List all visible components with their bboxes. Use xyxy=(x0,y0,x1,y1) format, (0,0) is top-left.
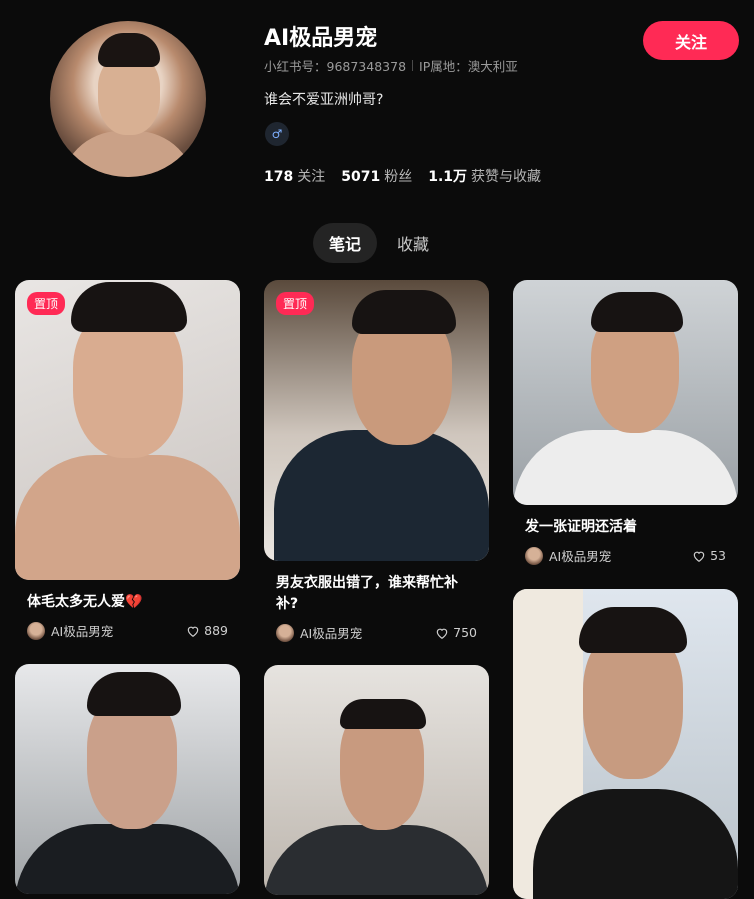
profile-bio: 谁会不爱亚洲帅哥? xyxy=(264,92,384,108)
cover-hair xyxy=(591,292,683,332)
note-title[interactable]: 体毛太多无人爱💔 xyxy=(27,592,228,613)
stat-followers[interactable]: 5071 粉丝 xyxy=(341,166,412,186)
note-card[interactable]: 置顶 男友衣服出错了，谁来帮忙补补? AI极品男宠 750 xyxy=(264,280,489,642)
author-name: AI极品男宠 xyxy=(549,549,612,564)
cover-hair xyxy=(87,672,181,716)
pinned-badge: 置顶 xyxy=(27,292,66,315)
profile-name: AI极品男宠 xyxy=(264,26,378,51)
note-card[interactable]: 置顶 体毛太多无人爱💔 AI极品男宠 889 xyxy=(15,280,240,640)
like-button[interactable]: 53 xyxy=(692,548,726,563)
profile-stats: 178 关注 5071 粉丝 1.1万 获赞与收藏 xyxy=(264,166,541,186)
cover-hair xyxy=(352,290,456,334)
note-meta: AI极品男宠 889 xyxy=(27,621,228,640)
profile-avatar[interactable] xyxy=(50,21,206,177)
stat-following[interactable]: 178 关注 xyxy=(264,166,325,186)
note-cover-image[interactable]: 置顶 xyxy=(15,280,240,580)
note-cover-image[interactable] xyxy=(15,664,240,894)
ip-location: IP属地：澳大利亚 xyxy=(419,59,518,74)
cover-jacket xyxy=(15,824,240,894)
avatar-face xyxy=(98,55,160,135)
note-title[interactable]: 发一张证明还活着 xyxy=(525,517,726,538)
follow-button[interactable]: 关注 xyxy=(643,21,739,60)
male-icon: ♂ xyxy=(265,122,289,146)
cover-shirt xyxy=(264,825,489,895)
author-name: AI极品男宠 xyxy=(51,624,114,639)
heart-icon xyxy=(436,628,448,639)
note-card[interactable] xyxy=(15,664,240,894)
note-meta: AI极品男宠 750 xyxy=(276,623,477,642)
note-author[interactable]: AI极品男宠 xyxy=(276,623,362,642)
author-avatar xyxy=(27,621,45,640)
cover-body xyxy=(15,455,240,580)
heart-icon xyxy=(187,626,199,637)
note-author[interactable]: AI极品男宠 xyxy=(27,621,113,640)
meta-divider xyxy=(412,60,414,71)
author-name: AI极品男宠 xyxy=(300,626,363,641)
note-card[interactable] xyxy=(264,665,489,895)
stat-likes-collections[interactable]: 1.1万 获赞与收藏 xyxy=(428,166,541,186)
like-button[interactable]: 889 xyxy=(186,623,228,638)
cover-tshirt xyxy=(513,430,738,505)
cover-hair xyxy=(71,282,187,332)
note-author[interactable]: AI极品男宠 xyxy=(525,546,611,565)
note-cover-image[interactable] xyxy=(513,280,738,505)
like-count: 750 xyxy=(453,625,477,640)
author-avatar xyxy=(525,546,543,565)
avatar-shoulders xyxy=(60,131,196,177)
cover-hair xyxy=(340,699,426,729)
profile-tabs: 笔记 收藏 xyxy=(313,223,445,263)
avatar-hair xyxy=(98,33,160,67)
tab-collections[interactable]: 收藏 xyxy=(381,223,445,263)
cover-hair xyxy=(579,607,687,653)
note-meta: AI极品男宠 53 xyxy=(525,546,726,565)
cover-shirt xyxy=(274,430,489,561)
note-cover-image[interactable] xyxy=(513,589,738,899)
author-avatar xyxy=(276,623,294,642)
note-card[interactable]: 发一张证明还活着 AI极品男宠 53 xyxy=(513,280,738,565)
like-count: 889 xyxy=(204,623,228,638)
note-title[interactable]: 男友衣服出错了，谁来帮忙补补? xyxy=(276,573,477,615)
cover-suit xyxy=(533,789,738,899)
heart-icon xyxy=(693,551,705,562)
note-card[interactable] xyxy=(513,589,738,899)
note-cover-image[interactable]: 置顶 xyxy=(264,280,489,561)
pinned-badge: 置顶 xyxy=(276,292,315,315)
redbook-id: 小红书号：9687348378 xyxy=(264,59,407,74)
like-button[interactable]: 750 xyxy=(435,625,477,640)
profile-meta: 小红书号：9687348378 IP属地：澳大利亚 xyxy=(264,56,518,75)
like-count: 53 xyxy=(710,548,726,563)
note-cover-image[interactable] xyxy=(264,665,489,895)
tab-notes[interactable]: 笔记 xyxy=(313,223,378,263)
